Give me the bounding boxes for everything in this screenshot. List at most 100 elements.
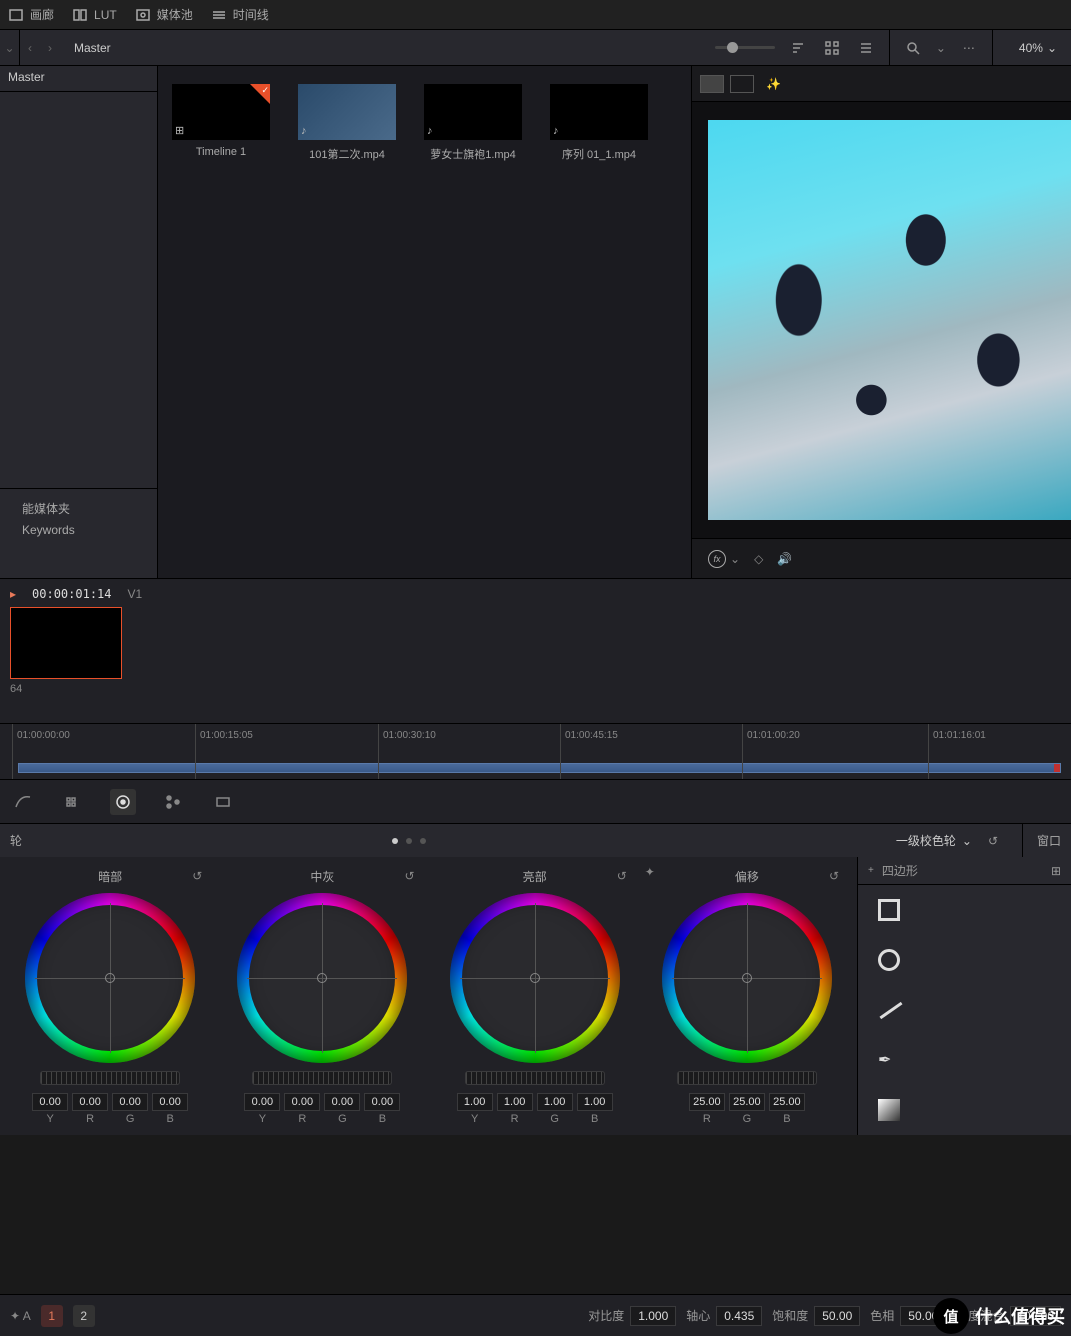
wheel-value[interactable]: 0.00 bbox=[32, 1093, 68, 1111]
keywords-folder[interactable]: Keywords bbox=[8, 520, 149, 540]
reset-wheel-icon[interactable]: ↺ bbox=[192, 869, 202, 883]
smart-folder[interactable]: 能媒体夹 bbox=[8, 497, 149, 520]
curves-tab-icon[interactable] bbox=[10, 789, 36, 815]
clip-number: 64 bbox=[10, 683, 1061, 695]
gallery-tab[interactable]: 画廊 bbox=[8, 6, 54, 23]
timeline-tick: 01:00:45:15 bbox=[560, 724, 618, 779]
media-pool: ⊞Timeline 1 ♪101第二次.mp4 ♪萝女士旗袍1.mp4 ♪序列 01_… bbox=[158, 66, 691, 578]
sort-icon[interactable] bbox=[787, 37, 809, 59]
top-toolbar: 画廊 LUT 媒体池 时间线 bbox=[0, 0, 1071, 30]
reset-wheel-icon[interactable]: ↺ bbox=[829, 869, 839, 883]
timeline-tick: 01:01:16:01 bbox=[928, 724, 986, 779]
audio-icon[interactable]: 🔊 bbox=[777, 552, 792, 566]
search-icon[interactable] bbox=[902, 37, 924, 59]
color-wheel-2: 亮部↺✦1.00Y1.00R1.00G1.00B bbox=[429, 867, 641, 1125]
viewer-panel: ✨ fx⌄ ◇ 🔊 bbox=[691, 66, 1071, 578]
path-bar: ⌄ ‹ › Master ⌄ ⋯ 40% ⌄ bbox=[0, 30, 1071, 66]
color-wheel-0: 暗部↺0.00Y0.00R0.00G0.00B bbox=[4, 867, 216, 1125]
jog-wheel[interactable] bbox=[677, 1071, 817, 1085]
more-icon[interactable]: ⋯ bbox=[958, 37, 980, 59]
breadcrumb-master[interactable]: Master bbox=[60, 30, 125, 65]
bin-root[interactable]: Master bbox=[0, 66, 157, 92]
clip-name: 萝女士旗袍1.mp4 bbox=[424, 146, 522, 162]
list-view-icon[interactable] bbox=[855, 37, 877, 59]
clip-item[interactable]: ♪101第二次.mp4 bbox=[298, 84, 396, 162]
viewer-zoom[interactable]: 40% ⌄ bbox=[1015, 41, 1061, 55]
contrast-param: 对比度1.000 bbox=[588, 1306, 676, 1326]
timeline-tick: 01:00:15:05 bbox=[195, 724, 253, 779]
layers-icon[interactable]: ◇ bbox=[754, 552, 763, 566]
page-2-button[interactable]: 2 bbox=[73, 1305, 95, 1327]
wheel-value[interactable]: 25.00 bbox=[769, 1093, 805, 1111]
folder-dropdown[interactable]: ⌄ bbox=[0, 30, 20, 66]
track-label: V1 bbox=[128, 587, 143, 601]
color-wheel[interactable] bbox=[237, 893, 407, 1063]
wheel-value[interactable]: 0.00 bbox=[284, 1093, 320, 1111]
magic-wand-icon[interactable]: ✨ bbox=[766, 77, 781, 91]
timeline-tick: 01:00:30:10 bbox=[378, 724, 436, 779]
wheel-value[interactable]: 25.00 bbox=[729, 1093, 765, 1111]
timeline-tick: 01:01:00:20 bbox=[742, 724, 800, 779]
jog-wheel[interactable] bbox=[40, 1071, 180, 1085]
clip-strip: ▸ 00:00:01:14 V1 64 bbox=[0, 578, 1071, 723]
rect-shape-tool[interactable] bbox=[858, 885, 1071, 935]
bottom-param-bar: ✦ A 1 2 对比度1.000 轴心0.435 饱和度50.00 色相50.0… bbox=[0, 1294, 1071, 1336]
viewer-mode-a[interactable] bbox=[700, 75, 724, 93]
line-shape-tool[interactable] bbox=[858, 985, 1071, 1035]
color-wheel-3: 偏移↺25.00R25.00G25.00B bbox=[641, 867, 853, 1125]
clip-item[interactable]: ♪序列 01_1.mp4 bbox=[550, 84, 648, 162]
wheel-value[interactable]: 0.00 bbox=[244, 1093, 280, 1111]
jog-wheel[interactable] bbox=[252, 1071, 392, 1085]
grid-view-icon[interactable] bbox=[821, 37, 843, 59]
nav-back[interactable]: ‹ bbox=[20, 30, 40, 66]
clip-item[interactable]: ♪萝女士旗袍1.mp4 bbox=[424, 84, 522, 162]
timecode-display[interactable]: 00:00:01:14 bbox=[32, 587, 111, 601]
nav-forward[interactable]: › bbox=[40, 30, 60, 66]
clip-item[interactable]: ⊞Timeline 1 bbox=[172, 84, 270, 158]
pen-shape-tool[interactable]: ✒ bbox=[858, 1035, 1071, 1085]
wheel-value[interactable]: 0.00 bbox=[112, 1093, 148, 1111]
timeline-tick: 01:00:00:00 bbox=[12, 724, 70, 779]
shape-label[interactable]: 四边形 bbox=[882, 862, 918, 879]
clip-name: 序列 01_1.mp4 bbox=[550, 146, 648, 162]
wheel-value[interactable]: 0.00 bbox=[364, 1093, 400, 1111]
wheel-value[interactable]: 0.00 bbox=[152, 1093, 188, 1111]
viewer-mode-b[interactable] bbox=[730, 75, 754, 93]
reset-wheel-icon[interactable]: ↺ bbox=[617, 869, 627, 883]
effects-tab-icon[interactable] bbox=[210, 789, 236, 815]
qualifier-tab-icon[interactable] bbox=[60, 789, 86, 815]
reset-wheel-icon[interactable]: ↺ bbox=[404, 869, 414, 883]
fx-bypass-icon[interactable]: fx bbox=[708, 550, 726, 568]
wheel-value[interactable]: 0.00 bbox=[324, 1093, 360, 1111]
lut-tab[interactable]: LUT bbox=[72, 7, 117, 23]
nodes-tab-icon[interactable] bbox=[160, 789, 186, 815]
thumbnail-size-slider[interactable] bbox=[715, 46, 775, 49]
viewer-preview[interactable] bbox=[692, 102, 1071, 538]
gradient-shape-tool[interactable] bbox=[858, 1085, 1071, 1135]
wheel-value[interactable]: 0.00 bbox=[72, 1093, 108, 1111]
wheel-value[interactable]: 1.00 bbox=[497, 1093, 533, 1111]
jog-wheel[interactable] bbox=[465, 1071, 605, 1085]
circle-shape-tool[interactable] bbox=[858, 935, 1071, 985]
wheel-mode-dropdown[interactable]: 一级校色轮 ⌄ bbox=[896, 832, 972, 849]
window-label: 窗口 bbox=[1022, 824, 1061, 857]
wheel-value[interactable]: 25.00 bbox=[689, 1093, 725, 1111]
clip-name: Timeline 1 bbox=[172, 146, 270, 158]
color-wheel[interactable] bbox=[450, 893, 620, 1063]
page-1-button[interactable]: 1 bbox=[41, 1305, 63, 1327]
reset-all-icon[interactable]: ↺ bbox=[982, 830, 1004, 852]
wheel-value[interactable]: 1.00 bbox=[457, 1093, 493, 1111]
auto-icon[interactable]: ✦ A bbox=[10, 1309, 31, 1323]
bin-sidebar: Master 能媒体夹 Keywords bbox=[0, 66, 158, 578]
color-wheel[interactable] bbox=[25, 893, 195, 1063]
wheels-header: 轮 一级校色轮 ⌄ ↺ 窗口 bbox=[0, 823, 1071, 857]
color-wheel[interactable] bbox=[662, 893, 832, 1063]
selected-clip-thumb[interactable] bbox=[10, 607, 122, 679]
timeline-tab[interactable]: 时间线 bbox=[211, 6, 269, 23]
wheel-value[interactable]: 1.00 bbox=[537, 1093, 573, 1111]
mediapool-tab[interactable]: 媒体池 bbox=[135, 6, 193, 23]
mini-timeline[interactable]: 01:00:00:00 01:00:15:05 01:00:30:10 01:00:4… bbox=[0, 723, 1071, 779]
wheels-tab-icon[interactable] bbox=[110, 789, 136, 815]
clip-name: 101第二次.mp4 bbox=[298, 146, 396, 162]
wheel-value[interactable]: 1.00 bbox=[577, 1093, 613, 1111]
